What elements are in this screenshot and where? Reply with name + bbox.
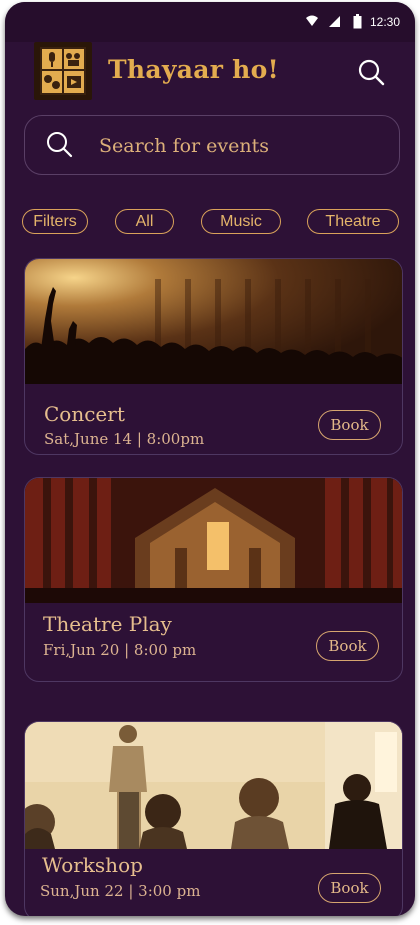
- status-time: 12:30: [369, 15, 400, 29]
- book-button-label: Book: [330, 416, 369, 434]
- signal-icon: [329, 16, 340, 27]
- event-title: Workshop: [42, 853, 143, 877]
- chip-label: Theatre: [325, 212, 381, 230]
- event-image-workshop: [25, 722, 402, 849]
- book-button-label: Book: [330, 879, 369, 897]
- event-image-concert: [25, 259, 402, 384]
- wifi-icon: [306, 15, 318, 26]
- search-input[interactable]: [97, 130, 381, 162]
- book-button-label: Book: [328, 637, 367, 655]
- event-card[interactable]: Concert Sat,June 14 | 8:00pm Book: [24, 258, 403, 455]
- filter-chip-filters[interactable]: Filters: [22, 209, 88, 234]
- event-date: Sat,June 14 | 8:00pm: [44, 430, 205, 448]
- book-button[interactable]: Book: [318, 410, 381, 440]
- event-card[interactable]: Workshop Sun,Jun 22 | 3:00 pm Book: [24, 721, 403, 916]
- book-button[interactable]: Book: [318, 873, 381, 903]
- event-card[interactable]: Theatre Play Fri,Jun 20 | 8:00 pm Book: [24, 477, 403, 682]
- battery-icon: [353, 14, 362, 29]
- book-button[interactable]: Book: [316, 631, 379, 661]
- chip-label: All: [135, 212, 154, 230]
- event-title: Theatre Play: [43, 612, 172, 636]
- event-image-theatre: [25, 478, 402, 603]
- status-bar: 12:30: [5, 2, 415, 42]
- filter-chip-all[interactable]: All: [115, 209, 174, 234]
- filter-chip-theatre[interactable]: Theatre: [307, 209, 399, 234]
- search-bar[interactable]: [24, 115, 400, 175]
- search-icon: [358, 59, 385, 86]
- app-screen: 12:30 Thayaar ho! Search for events Filt…: [5, 2, 415, 916]
- chip-label: Filters: [33, 212, 77, 230]
- filter-chip-music[interactable]: Music: [201, 209, 281, 234]
- app-logo: [34, 42, 92, 100]
- event-date: Sun,Jun 22 | 3:00 pm: [40, 882, 201, 900]
- app-title: Thayaar ho!: [108, 55, 279, 84]
- event-title: Concert: [44, 402, 125, 426]
- header-search-button[interactable]: [357, 58, 387, 88]
- chip-label: Music: [220, 212, 262, 230]
- event-date: Fri,Jun 20 | 8:00 pm: [43, 641, 197, 659]
- search-icon: [47, 132, 73, 158]
